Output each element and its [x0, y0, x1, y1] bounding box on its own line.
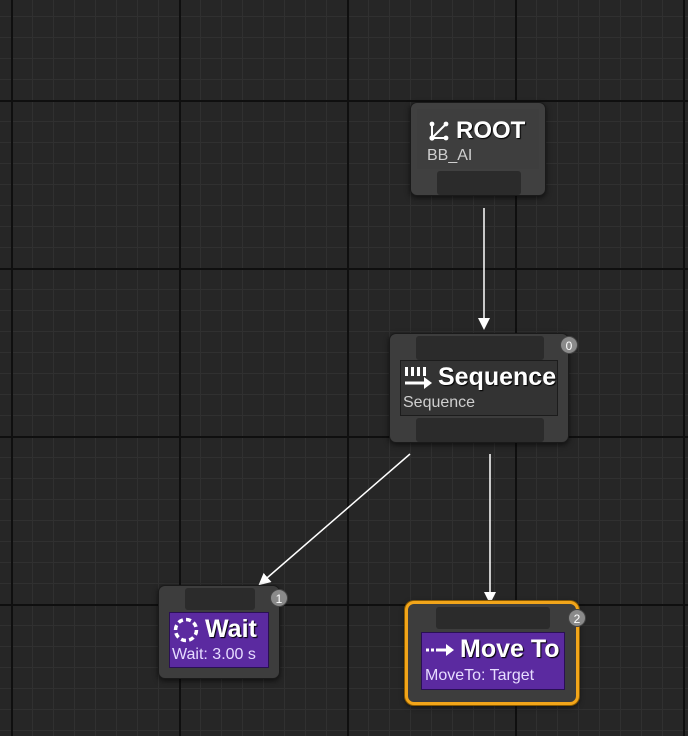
move-to-input-pin[interactable]	[436, 607, 550, 629]
root-output-pin[interactable]	[437, 171, 521, 195]
move-to-node-header: Move To	[425, 635, 564, 664]
sequence-node-subtitle: Sequence	[403, 394, 476, 411]
branch-icon	[427, 119, 451, 143]
sequence-node-header: Sequence	[403, 363, 557, 392]
root-node[interactable]: ROOT BB_AI	[410, 102, 546, 196]
wire-sequence-to-wait	[258, 453, 411, 586]
sequence-order-badge: 0	[560, 336, 578, 354]
wait-node-subtitle: Wait: 3.00 s	[172, 646, 256, 663]
sequence-node-body: Sequence Sequence	[400, 360, 558, 416]
sequence-node-title: Sequence	[438, 363, 557, 391]
move-to-node[interactable]: Move To MoveTo: Target 2	[405, 601, 586, 705]
move-to-node-title: Move To	[460, 635, 560, 663]
sequence-output-pin[interactable]	[416, 418, 544, 442]
wait-node-body: Wait Wait: 3.00 s	[169, 612, 269, 668]
wait-order-badge: 1	[270, 589, 288, 607]
sequence-node[interactable]: Sequence Sequence 0	[389, 333, 578, 443]
root-node-subtitle: BB_AI	[427, 147, 473, 164]
wait-node[interactable]: Wait Wait: 3.00 s 1	[158, 585, 288, 679]
move-to-node-body: Move To MoveTo: Target	[421, 632, 565, 690]
move-to-icon	[425, 640, 455, 660]
sequence-input-pin[interactable]	[416, 336, 544, 360]
sequence-icon	[403, 365, 433, 391]
move-to-order-badge: 2	[568, 609, 586, 627]
wait-node-header: Wait	[172, 615, 268, 644]
wait-input-pin[interactable]	[185, 588, 255, 610]
graph-wires	[258, 208, 496, 604]
wait-node-title: Wait	[205, 615, 257, 643]
move-to-node-subtitle: MoveTo: Target	[425, 667, 535, 684]
root-node-body: ROOT BB_AI	[417, 109, 539, 169]
behavior-tree-graph[interactable]: ROOT BB_AI Sequence Sequence 0 Wait Wait…	[0, 0, 688, 736]
root-node-title: ROOT	[456, 117, 526, 144]
root-node-header: ROOT	[427, 117, 539, 145]
wait-icon	[172, 616, 200, 644]
